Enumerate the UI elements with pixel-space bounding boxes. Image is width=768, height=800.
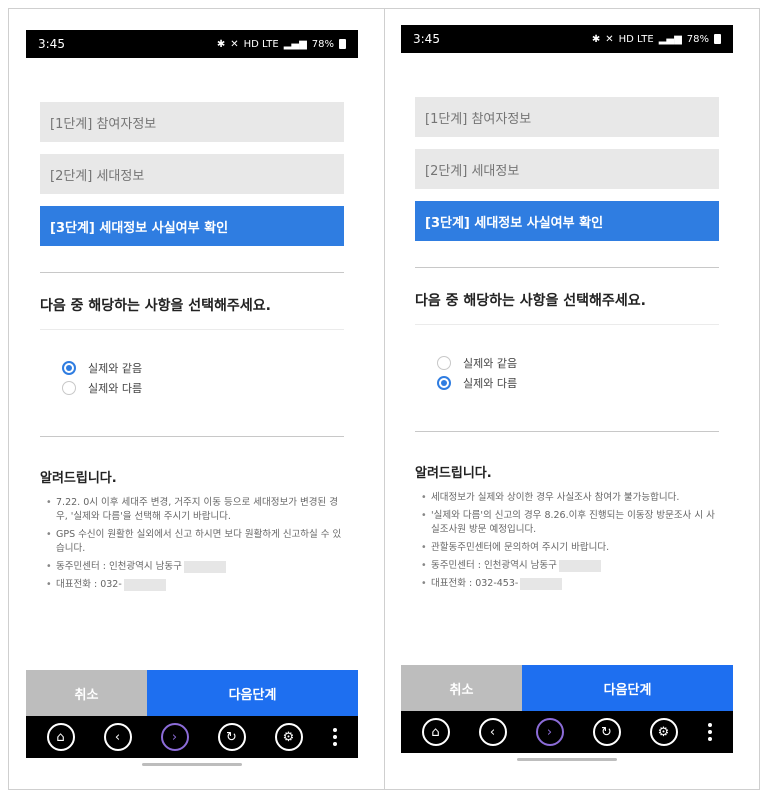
notice-item: 관할동주민센터에 문의하여 주시기 바랍니다. <box>421 541 719 555</box>
step-3[interactable]: [3단계] 세대정보 사실여부 확인 <box>40 206 344 246</box>
battery-icon <box>714 34 721 44</box>
masked-text <box>558 559 601 572</box>
radio-selected-icon[interactable] <box>437 376 451 390</box>
next-step-button[interactable]: 다음단계 <box>522 665 733 711</box>
notice-item: GPS 수신이 원활한 실외에서 신고 하시면 보다 원활하게 신고하실 수 있… <box>46 528 344 556</box>
phone-left: 3:45 ✱ ✕ HD LTE ▂▄▆ 78% [1단계] 참여자정보 [2단계… <box>26 30 358 774</box>
notice-title: 알려드립니다. <box>415 466 492 481</box>
notice-item: 동주민센터 : 인천광역시 남동구 <box>421 559 719 573</box>
back-icon[interactable]: ‹ <box>478 718 507 746</box>
notice-item: '실제와 다름'의 신고의 경우 8.26.이후 진행되는 이동장 방문조사 시… <box>421 509 719 537</box>
radio-group: 실제와 같음 실제와 다름 <box>401 353 733 393</box>
signal-icon: ▂▄▆ <box>283 38 307 50</box>
step-2[interactable]: [2단계] 세대정보 <box>415 149 719 189</box>
cancel-button[interactable]: 취소 <box>401 665 522 711</box>
forward-icon[interactable]: › <box>535 718 564 746</box>
status-bar: 3:45 ✱ ✕ HD LTE ▂▄▆ 78% <box>26 30 358 58</box>
radio-label: 실제와 다름 <box>88 382 143 395</box>
step-2[interactable]: [2단계] 세대정보 <box>40 154 344 194</box>
gesture-bar <box>26 758 358 772</box>
masked-text <box>123 578 166 591</box>
phone-right: 3:45 ✱ ✕ HD LTE ▂▄▆ 78% [1단계] 참여자정보 [2단계… <box>401 25 733 769</box>
step-3[interactable]: [3단계] 세대정보 사실여부 확인 <box>415 201 719 241</box>
status-time: 3:45 <box>413 32 440 46</box>
radio-unselected-icon[interactable] <box>62 381 76 395</box>
back-icon[interactable]: ‹ <box>103 723 132 751</box>
home-icon[interactable]: ⌂ <box>46 723 75 751</box>
bottom-buttons: 취소 다음단계 <box>401 665 733 711</box>
radio-label: 실제와 다름 <box>463 377 518 390</box>
bluetooth-icon: ✱ <box>216 38 226 50</box>
radio-label: 실제와 같음 <box>88 362 143 375</box>
gesture-bar <box>401 753 733 767</box>
step-list: [1단계] 참여자정보 [2단계] 세대정보 [3단계] 세대정보 사실여부 확… <box>401 97 733 241</box>
browser-navbar: ⌂ ‹ › ↻ ⚙ <box>26 716 358 758</box>
radio-label: 실제와 같음 <box>463 357 518 370</box>
status-time: 3:45 <box>38 37 65 51</box>
settings-icon[interactable]: ⚙ <box>274 723 303 751</box>
browser-navbar: ⌂ ‹ › ↻ ⚙ <box>401 711 733 753</box>
mute-icon: ✕ <box>605 33 614 45</box>
home-indicator[interactable] <box>517 758 617 761</box>
notice-item: 대표전화 : 032-453- <box>421 577 719 591</box>
notice-list: 7.22. 0시 이후 세대주 변경, 거주지 이동 등으로 세대정보가 변경된… <box>26 496 358 592</box>
home-indicator[interactable] <box>142 763 242 766</box>
radio-group: 실제와 같음 실제와 다름 <box>26 358 358 398</box>
network-label: HD LTE <box>618 33 654 45</box>
step-1[interactable]: [1단계] 참여자정보 <box>40 102 344 142</box>
battery-label: 78% <box>686 33 709 45</box>
notice-item: 7.22. 0시 이후 세대주 변경, 거주지 이동 등으로 세대정보가 변경된… <box>46 496 344 524</box>
notice-item: 동주민센터 : 인천광역시 남동구 <box>46 560 344 574</box>
refresh-icon[interactable]: ↻ <box>217 723 246 751</box>
refresh-icon[interactable]: ↻ <box>592 718 621 746</box>
settings-icon[interactable]: ⚙ <box>649 718 678 746</box>
step-1[interactable]: [1단계] 참여자정보 <box>415 97 719 137</box>
next-step-button[interactable]: 다음단계 <box>147 670 358 716</box>
radio-same[interactable]: 실제와 같음 <box>437 353 733 373</box>
panel-divider <box>384 8 385 790</box>
radio-different[interactable]: 실제와 다름 <box>437 373 733 393</box>
battery-label: 78% <box>311 38 334 50</box>
step-list: [1단계] 참여자정보 [2단계] 세대정보 [3단계] 세대정보 사실여부 확… <box>26 102 358 246</box>
battery-icon <box>339 39 346 49</box>
radio-unselected-icon[interactable] <box>437 356 451 370</box>
notice-list: 세대정보가 실제와 상이한 경우 사실조사 참여가 불가능합니다. '실제와 다… <box>401 491 733 591</box>
masked-text <box>183 560 226 573</box>
more-icon[interactable] <box>707 723 713 741</box>
radio-different[interactable]: 실제와 다름 <box>62 378 358 398</box>
status-bar: 3:45 ✱ ✕ HD LTE ▂▄▆ 78% <box>401 25 733 53</box>
signal-icon: ▂▄▆ <box>658 33 682 45</box>
radio-selected-icon[interactable] <box>62 361 76 375</box>
network-label: HD LTE <box>243 38 279 50</box>
bottom-buttons: 취소 다음단계 <box>26 670 358 716</box>
cancel-button[interactable]: 취소 <box>26 670 147 716</box>
radio-same[interactable]: 실제와 같음 <box>62 358 358 378</box>
question-label: 다음 중 해당하는 사항을 선택해주세요. <box>415 293 646 309</box>
question-label: 다음 중 해당하는 사항을 선택해주세요. <box>40 298 271 314</box>
mute-icon: ✕ <box>230 38 239 50</box>
notice-title: 알려드립니다. <box>40 471 117 486</box>
more-icon[interactable] <box>332 728 338 746</box>
masked-text <box>520 577 563 590</box>
forward-icon[interactable]: › <box>160 723 189 751</box>
home-icon[interactable]: ⌂ <box>421 718 450 746</box>
bluetooth-icon: ✱ <box>591 33 601 45</box>
notice-item: 대표전화 : 032- <box>46 578 344 592</box>
notice-item: 세대정보가 실제와 상이한 경우 사실조사 참여가 불가능합니다. <box>421 491 719 505</box>
